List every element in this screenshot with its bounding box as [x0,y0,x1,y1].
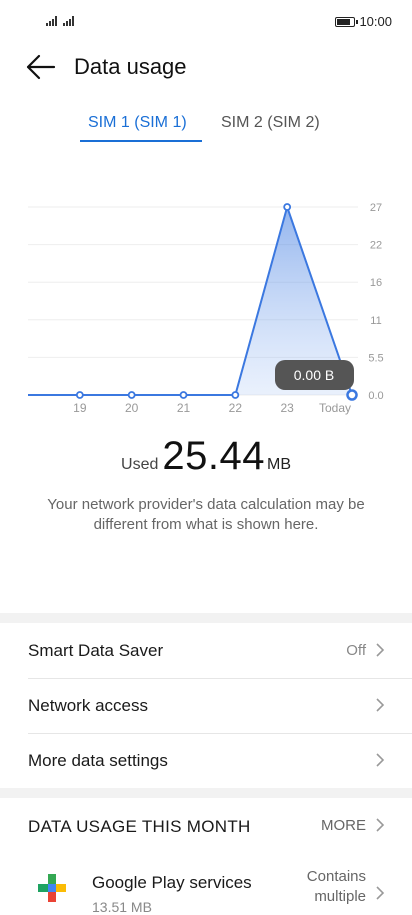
y-tick-label: 11 [370,315,381,327]
app-note: Contains multiple [307,867,366,906]
tab-sim1[interactable]: SIM 1 (SIM 1) [88,114,187,132]
status-bar: 10:00 [0,0,412,44]
section-divider [0,788,412,798]
x-tick-label: 23 [280,401,294,415]
usage-summary: Used 25.44 MB [0,434,412,479]
more-data-settings-label: More data settings [28,750,168,770]
provider-note: Your network provider's data calculation… [47,496,365,534]
smart-data-saver-value: Off [346,642,366,659]
data-point [75,391,84,399]
month-section-title: DATA USAGE THIS MONTH [28,817,251,836]
chevron-right-icon [376,886,385,900]
x-tick-label: Today [319,401,351,415]
x-tick-label: 21 [177,401,191,415]
app-size: 13.51 MB [92,899,152,915]
y-tick-label: 0.0 [368,390,383,402]
smart-data-saver-label: Smart Data Saver [28,640,164,660]
used-unit: MB [266,456,291,473]
chevron-right-icon [376,753,385,767]
chart-tooltip-label: 0.00 B [294,367,334,383]
y-tick-label: 22 [370,240,382,252]
chevron-right-icon [376,643,385,657]
data-point [127,391,136,399]
app-name[interactable]: Google Play services [92,873,252,893]
data-point [283,203,292,211]
status-time: 10:00 [359,14,392,29]
battery-icon [335,16,359,27]
tab-active-indicator [80,140,202,142]
app-note-line2: multiple [314,887,366,905]
page-title: Data usage [74,54,187,79]
signal-sim1-icon [46,16,57,26]
google-play-services-icon [38,874,66,902]
x-tick-label: 22 [229,401,243,415]
network-access-row[interactable]: Network access [0,678,412,733]
app-note-line1: Contains [306,868,366,885]
used-label: Used [121,456,159,473]
used-value: 25.44 [162,434,265,478]
y-tick-label: 16 [370,277,382,289]
chevron-right-icon [376,818,385,832]
app-bar: Data usage [0,44,412,92]
sim-tabs: SIM 1 (SIM 1) SIM 2 (SIM 2) [0,92,412,152]
data-point [346,389,358,401]
arrow-left-icon[interactable] [26,54,56,80]
usage-chart: 27 22 16 11 5.5 0.0 19 20 21 22 23 Today 0.00 B [28,202,384,415]
network-access-label: Network access [28,695,148,715]
battery-time: 10:00 [335,14,392,29]
section-divider [0,613,412,623]
y-tick-label: 5.5 [368,352,383,364]
signal-sim2-icon [63,16,74,26]
more-button[interactable]: MORE [321,817,366,834]
chevron-right-icon [376,698,385,712]
data-point [231,391,240,399]
x-tick-label: 20 [125,401,139,415]
y-tick-label: 27 [370,202,382,214]
data-point [179,391,188,399]
x-tick-label: 19 [73,401,87,415]
more-data-settings-row[interactable]: More data settings [0,733,412,788]
smart-data-saver-row[interactable]: Smart Data Saver Off [0,623,412,678]
signal-icons [46,16,74,26]
tab-sim2[interactable]: SIM 2 (SIM 2) [221,114,320,132]
